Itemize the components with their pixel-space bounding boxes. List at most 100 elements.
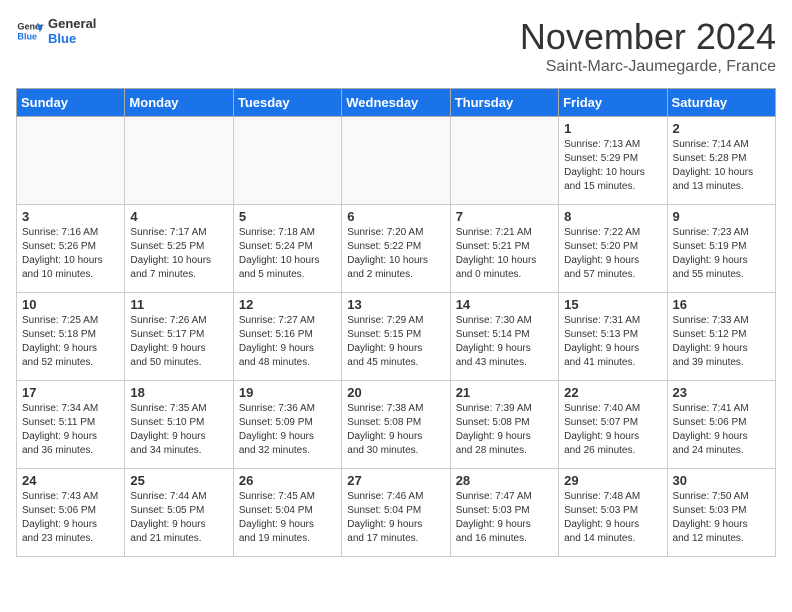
- day-number: 1: [564, 121, 661, 136]
- day-number: 29: [564, 473, 661, 488]
- day-detail: Sunrise: 7:41 AM Sunset: 5:06 PM Dayligh…: [673, 402, 770, 458]
- day-cell: 16Sunrise: 7:33 AM Sunset: 5:12 PM Dayli…: [667, 293, 775, 381]
- day-number: 9: [673, 209, 770, 224]
- day-number: 13: [347, 297, 444, 312]
- day-number: 17: [22, 385, 119, 400]
- week-row-2: 3 Sunrise: 7:16 AM Sunset: 5:26 PM Daylig…: [17, 205, 776, 293]
- day-detail: Sunrise: 7:47 AM Sunset: 5:03 PM Dayligh…: [456, 490, 553, 546]
- day-number: 24: [22, 473, 119, 488]
- day-detail: Sunrise: 7:27 AM Sunset: 5:16 PM Dayligh…: [239, 314, 336, 370]
- day-detail: Sunrise: 7:40 AM Sunset: 5:07 PM Dayligh…: [564, 402, 661, 458]
- calendar-table: SundayMondayTuesdayWednesdayThursdayFrid…: [16, 88, 776, 557]
- logo-line1: General: [48, 16, 96, 31]
- day-detail: Sunrise: 7:34 AM Sunset: 5:11 PM Dayligh…: [22, 402, 119, 458]
- day-detail: Sunrise: 7:25 AM Sunset: 5:18 PM Dayligh…: [22, 314, 119, 370]
- day-detail: Sunrise: 7:30 AM Sunset: 5:14 PM Dayligh…: [456, 314, 553, 370]
- day-detail: Sunrise: 7:29 AM Sunset: 5:15 PM Dayligh…: [347, 314, 444, 370]
- day-number: 18: [130, 385, 227, 400]
- day-number: 26: [239, 473, 336, 488]
- day-cell: 12 Sunrise: 7:27 AM Sunset: 5:16 PM Dayli…: [233, 293, 341, 381]
- day-cell: 30 Sunrise: 7:50 AM Sunset: 5:03 PM Dayli…: [667, 469, 775, 557]
- day-number: 15: [564, 297, 661, 312]
- day-detail: Sunrise: 7:16 AM Sunset: 5:26 PM Dayligh…: [22, 226, 119, 282]
- day-cell: 28 Sunrise: 7:47 AM Sunset: 5:03 PM Dayli…: [450, 469, 558, 557]
- day-detail: Sunrise: 7:48 AM Sunset: 5:03 PM Dayligh…: [564, 490, 661, 546]
- day-detail: Sunrise: 7:45 AM Sunset: 5:04 PM Dayligh…: [239, 490, 336, 546]
- month-title: November 2024: [520, 16, 776, 58]
- day-number: 22: [564, 385, 661, 400]
- header-tuesday: Tuesday: [233, 89, 341, 117]
- day-cell: 18 Sunrise: 7:35 AM Sunset: 5:10 PM Dayli…: [125, 381, 233, 469]
- day-cell: 24 Sunrise: 7:43 AM Sunset: 5:06 PM Dayli…: [17, 469, 125, 557]
- header-saturday: Saturday: [667, 89, 775, 117]
- day-detail: Sunrise: 7:18 AM Sunset: 5:24 PM Dayligh…: [239, 226, 336, 282]
- day-detail: Sunrise: 7:26 AM Sunset: 5:17 PM Dayligh…: [130, 314, 227, 370]
- day-number: 27: [347, 473, 444, 488]
- week-row-5: 24 Sunrise: 7:43 AM Sunset: 5:06 PM Dayli…: [17, 469, 776, 557]
- day-number: 3: [22, 209, 119, 224]
- day-number: 28: [456, 473, 553, 488]
- day-cell: 2 Sunrise: 7:14 AM Sunset: 5:28 PM Daylig…: [667, 117, 775, 205]
- day-cell: 3 Sunrise: 7:16 AM Sunset: 5:26 PM Daylig…: [17, 205, 125, 293]
- day-number: 10: [22, 297, 119, 312]
- logo-icon: General Blue: [16, 17, 44, 45]
- week-row-3: 10 Sunrise: 7:25 AM Sunset: 5:18 PM Dayli…: [17, 293, 776, 381]
- day-cell: 5 Sunrise: 7:18 AM Sunset: 5:24 PM Daylig…: [233, 205, 341, 293]
- day-number: 4: [130, 209, 227, 224]
- day-cell: 20Sunrise: 7:38 AM Sunset: 5:08 PM Dayli…: [342, 381, 450, 469]
- day-cell: 13 Sunrise: 7:29 AM Sunset: 5:15 PM Dayli…: [342, 293, 450, 381]
- day-detail: Sunrise: 7:13 AM Sunset: 5:29 PM Dayligh…: [564, 138, 661, 194]
- day-detail: Sunrise: 7:21 AM Sunset: 5:21 PM Dayligh…: [456, 226, 553, 282]
- day-cell: [342, 117, 450, 205]
- day-number: 21: [456, 385, 553, 400]
- day-detail: Sunrise: 7:43 AM Sunset: 5:06 PM Dayligh…: [22, 490, 119, 546]
- svg-text:Blue: Blue: [17, 31, 37, 41]
- day-number: 7: [456, 209, 553, 224]
- day-number: 23: [673, 385, 770, 400]
- day-detail: Sunrise: 7:17 AM Sunset: 5:25 PM Dayligh…: [130, 226, 227, 282]
- day-cell: 17 Sunrise: 7:34 AM Sunset: 5:11 PM Dayli…: [17, 381, 125, 469]
- week-row-4: 17 Sunrise: 7:34 AM Sunset: 5:11 PM Dayli…: [17, 381, 776, 469]
- location: Saint-Marc-Jaumegarde, France: [520, 58, 776, 76]
- day-detail: Sunrise: 7:50 AM Sunset: 5:03 PM Dayligh…: [673, 490, 770, 546]
- day-cell: 26 Sunrise: 7:45 AM Sunset: 5:04 PM Dayli…: [233, 469, 341, 557]
- day-detail: Sunrise: 7:31 AM Sunset: 5:13 PM Dayligh…: [564, 314, 661, 370]
- day-cell: 19 Sunrise: 7:36 AM Sunset: 5:09 PM Dayli…: [233, 381, 341, 469]
- day-number: 20: [347, 385, 444, 400]
- day-detail: Sunrise: 7:35 AM Sunset: 5:10 PM Dayligh…: [130, 402, 227, 458]
- day-cell: 7 Sunrise: 7:21 AM Sunset: 5:21 PM Daylig…: [450, 205, 558, 293]
- day-cell: 25Sunrise: 7:44 AM Sunset: 5:05 PM Dayli…: [125, 469, 233, 557]
- day-number: 14: [456, 297, 553, 312]
- day-cell: [450, 117, 558, 205]
- header-monday: Monday: [125, 89, 233, 117]
- day-number: 5: [239, 209, 336, 224]
- week-row-1: 1 Sunrise: 7:13 AM Sunset: 5:29 PM Daylig…: [17, 117, 776, 205]
- day-cell: 21Sunrise: 7:39 AM Sunset: 5:08 PM Dayli…: [450, 381, 558, 469]
- day-number: 19: [239, 385, 336, 400]
- day-cell: 10 Sunrise: 7:25 AM Sunset: 5:18 PM Dayli…: [17, 293, 125, 381]
- day-detail: Sunrise: 7:36 AM Sunset: 5:09 PM Dayligh…: [239, 402, 336, 458]
- day-cell: 23 Sunrise: 7:41 AM Sunset: 5:06 PM Dayli…: [667, 381, 775, 469]
- day-cell: [17, 117, 125, 205]
- day-cell: [125, 117, 233, 205]
- title-block: November 2024 Saint-Marc-Jaumegarde, Fra…: [520, 16, 776, 76]
- day-cell: 11Sunrise: 7:26 AM Sunset: 5:17 PM Dayli…: [125, 293, 233, 381]
- day-detail: Sunrise: 7:14 AM Sunset: 5:28 PM Dayligh…: [673, 138, 770, 194]
- day-detail: Sunrise: 7:20 AM Sunset: 5:22 PM Dayligh…: [347, 226, 444, 282]
- day-cell: 14 Sunrise: 7:30 AM Sunset: 5:14 PM Dayli…: [450, 293, 558, 381]
- day-detail: Sunrise: 7:44 AM Sunset: 5:05 PM Dayligh…: [130, 490, 227, 546]
- logo: General Blue General Blue: [16, 16, 96, 46]
- logo-line2: Blue: [48, 31, 96, 46]
- day-cell: 15 Sunrise: 7:31 AM Sunset: 5:13 PM Dayli…: [559, 293, 667, 381]
- header-thursday: Thursday: [450, 89, 558, 117]
- day-number: 2: [673, 121, 770, 136]
- day-cell: 29 Sunrise: 7:48 AM Sunset: 5:03 PM Dayli…: [559, 469, 667, 557]
- page-header: General Blue General Blue November 2024 …: [16, 16, 776, 76]
- day-cell: [233, 117, 341, 205]
- header-sunday: Sunday: [17, 89, 125, 117]
- day-detail: Sunrise: 7:23 AM Sunset: 5:19 PM Dayligh…: [673, 226, 770, 282]
- day-cell: 8Sunrise: 7:22 AM Sunset: 5:20 PM Daylig…: [559, 205, 667, 293]
- day-number: 30: [673, 473, 770, 488]
- day-number: 12: [239, 297, 336, 312]
- day-number: 16: [673, 297, 770, 312]
